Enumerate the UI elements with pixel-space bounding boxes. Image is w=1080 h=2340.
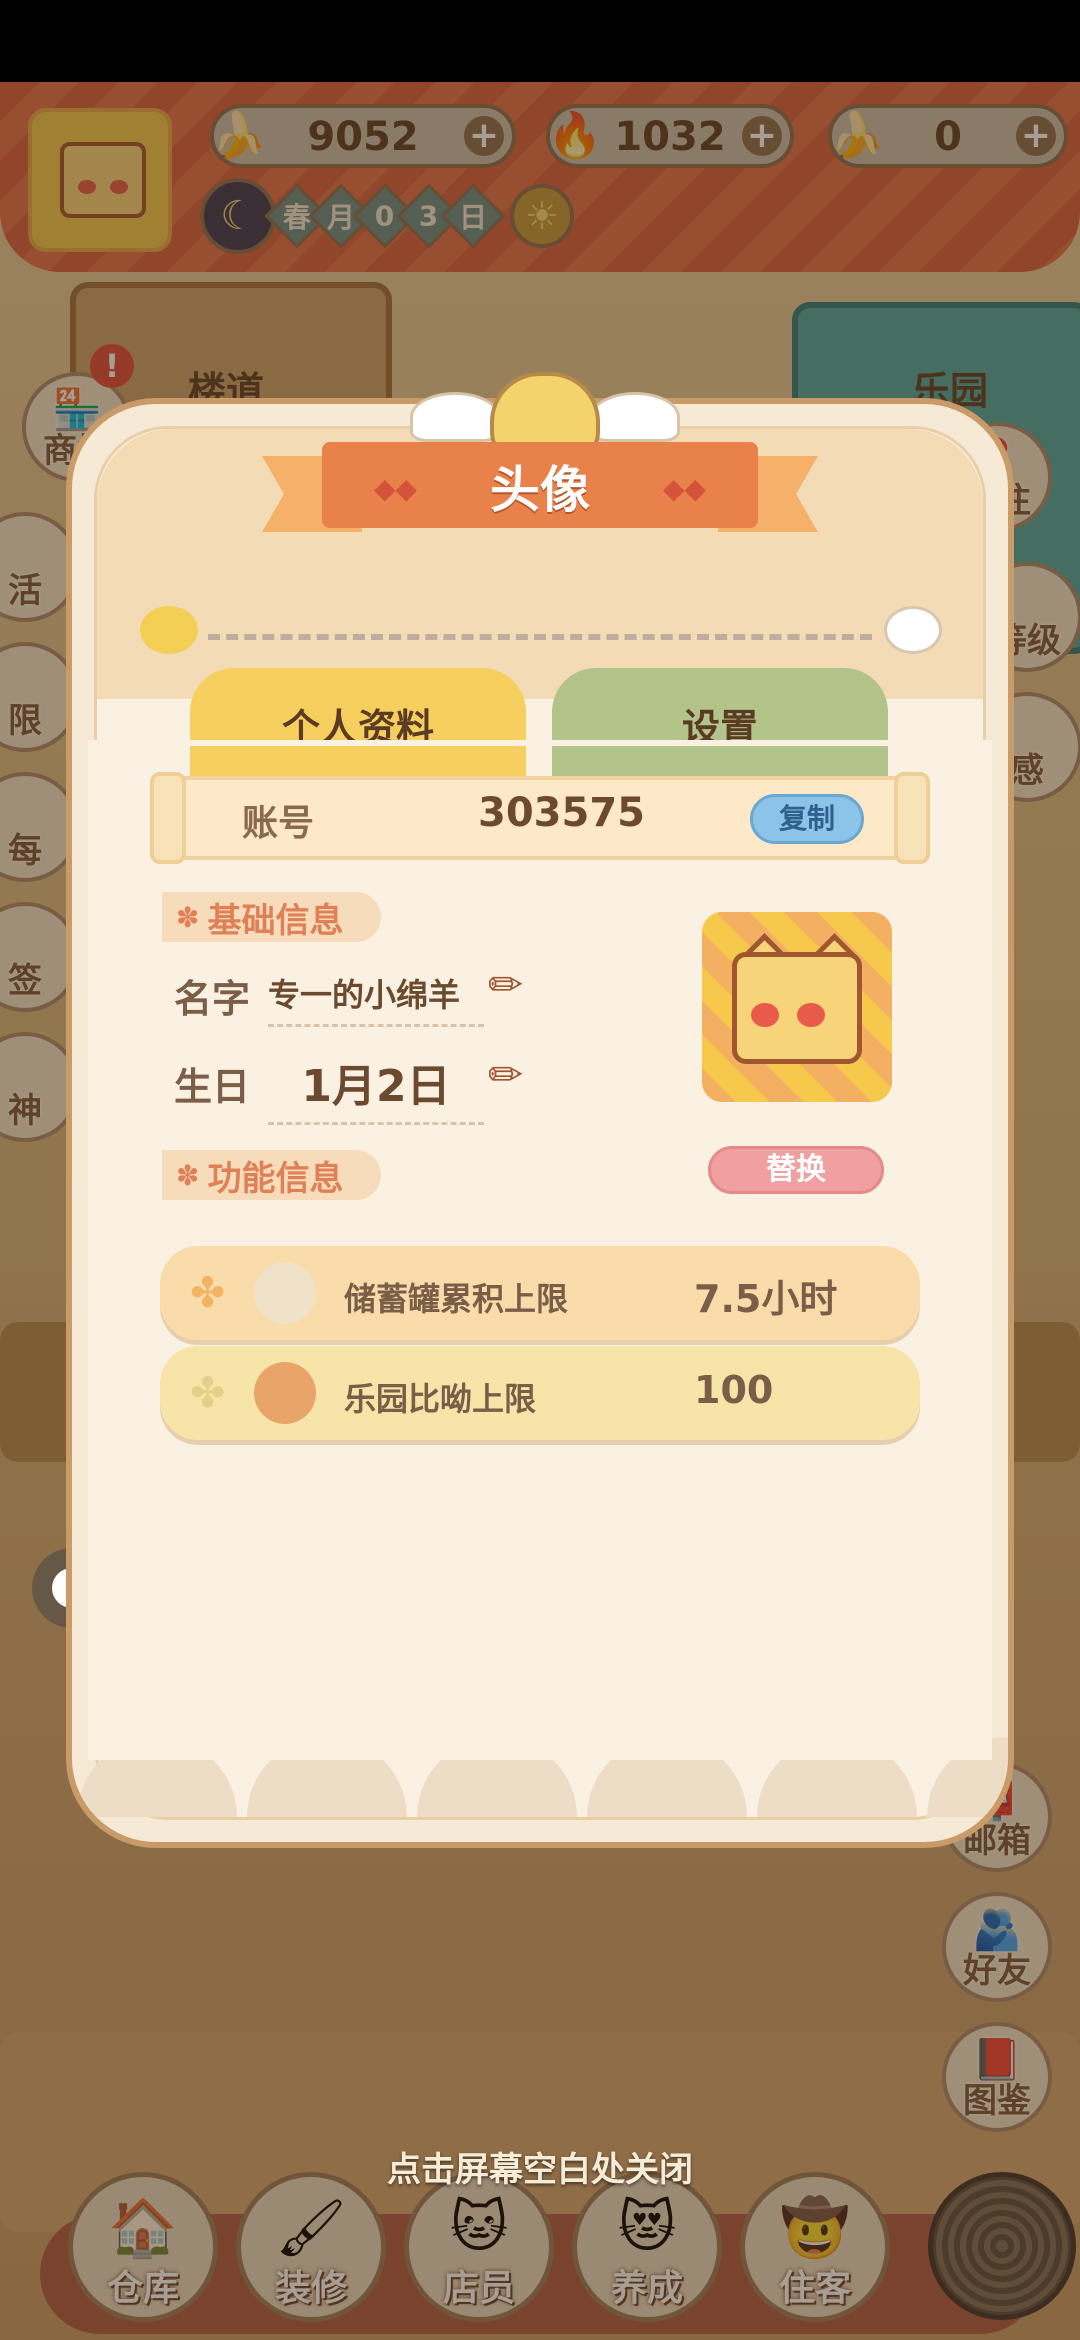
name-label: 名字 <box>174 977 251 1021</box>
account-row: 账号 303575 复制 <box>150 772 930 864</box>
tab-baseline <box>88 740 992 746</box>
perk-value: 100 <box>694 1368 774 1412</box>
edit-name-pencil-icon[interactable]: ✏ <box>488 960 523 1009</box>
perk-name: 储蓄罐累积上限 <box>344 1280 569 1318</box>
modal-title: 头像 <box>490 461 590 519</box>
avatar-face-icon <box>732 952 862 1064</box>
scroll-end-left <box>150 772 186 864</box>
title-ribbon: ◆◆ ◆◆ 头像 <box>262 432 818 552</box>
tab-profile[interactable]: 个人资料 <box>190 668 526 780</box>
account-id: 303575 <box>478 790 645 836</box>
cheek-left <box>751 1003 779 1027</box>
avatar-portrait[interactable] <box>702 912 892 1102</box>
dashed-divider <box>208 634 872 640</box>
cheek-right <box>797 1003 825 1027</box>
perk-row: ✤ 乐园比呦上限 100 <box>160 1346 920 1440</box>
white-chick-icon <box>884 606 942 654</box>
account-label: 账号 <box>242 803 315 844</box>
clover-icon: ✽ <box>176 900 200 934</box>
clover-icon: ✽ <box>176 1158 200 1192</box>
function-info-label: 功能信息 <box>207 1158 344 1199</box>
basic-info-label: 基础信息 <box>207 900 344 941</box>
perk-value: 7.5小时 <box>694 1277 838 1321</box>
function-info-header: ✽ 功能信息 <box>162 1150 382 1200</box>
scroll-end-right <box>894 772 930 864</box>
clover-icon: ✤ <box>190 1268 226 1317</box>
birthday-value: 1月2日 <box>268 1050 484 1125</box>
perk-name: 乐园比呦上限 <box>344 1380 537 1418</box>
basic-info-header: ✽ 基础信息 <box>162 892 382 942</box>
name-value: 专一的小绵羊 <box>268 970 484 1027</box>
cat-pair-icon <box>254 1362 316 1424</box>
tab-settings[interactable]: 设置 <box>552 668 888 780</box>
replace-avatar-button[interactable]: 替换 <box>708 1146 884 1194</box>
chick-icon <box>140 606 198 654</box>
edit-birthday-pencil-icon[interactable]: ✏ <box>488 1050 523 1099</box>
birthday-label: 生日 <box>174 1065 251 1109</box>
copy-button[interactable]: 复制 <box>750 794 864 844</box>
perk-row: ✤ 储蓄罐累积上限 7.5小时 <box>160 1246 920 1340</box>
close-hint: 点击屏幕空白处关闭 <box>387 2150 693 2190</box>
piggy-cat-icon <box>254 1262 316 1324</box>
clover-icon: ✤ <box>190 1368 226 1417</box>
